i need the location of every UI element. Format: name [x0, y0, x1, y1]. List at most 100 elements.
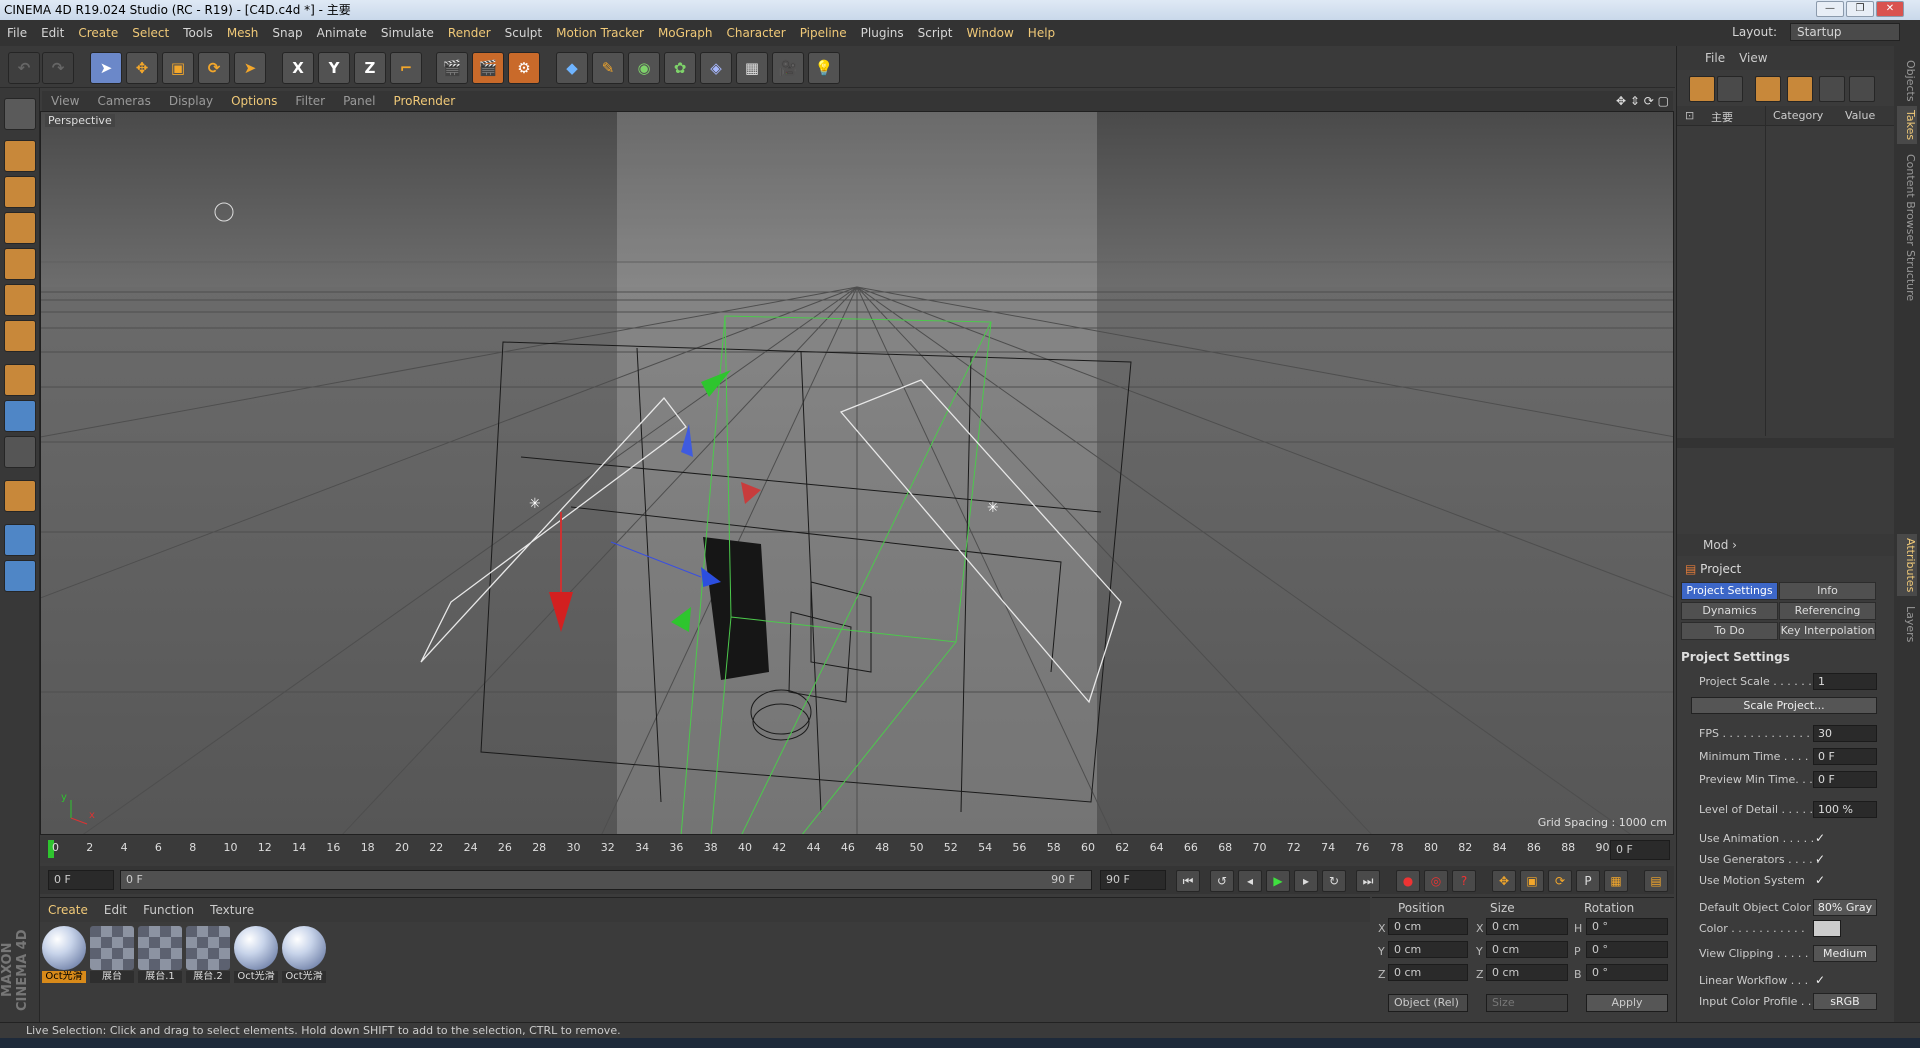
frame-range-slider[interactable]: 0 F 90 F: [120, 870, 1092, 890]
z-axis-lock-icon[interactable]: Z: [354, 52, 386, 84]
rotation-p-field[interactable]: 0 °: [1586, 941, 1668, 958]
subdivision-icon[interactable]: ◉: [628, 52, 660, 84]
tab-project-settings[interactable]: Project Settings: [1681, 582, 1778, 600]
default-object-color-select[interactable]: 80% Gray: [1813, 899, 1877, 916]
take-lock-icon[interactable]: [1819, 76, 1845, 102]
axis-mode-icon[interactable]: [4, 364, 36, 396]
previous-key-icon[interactable]: ↺: [1210, 870, 1234, 892]
viewport-menu-filter[interactable]: Filter: [286, 91, 334, 111]
apply-button[interactable]: Apply: [1586, 994, 1668, 1012]
size-y-field[interactable]: 0 cm: [1486, 941, 1568, 958]
viewport-menu-display[interactable]: Display: [160, 91, 222, 111]
linear-workflow-checkbox[interactable]: ✓: [1815, 974, 1828, 987]
side-tab-attributes[interactable]: Attributes: [1897, 534, 1917, 597]
polygons-mode-icon[interactable]: [4, 320, 36, 352]
key-position-icon[interactable]: ✥: [1492, 870, 1516, 892]
key-parameter-icon[interactable]: P: [1576, 870, 1600, 892]
material-swatch[interactable]: 展台: [90, 926, 134, 984]
tab-dynamics[interactable]: Dynamics: [1681, 602, 1778, 620]
takes-scrollbar[interactable]: [1677, 438, 1895, 448]
take-override-icon[interactable]: [1755, 76, 1781, 102]
tweak-mode-icon[interactable]: [4, 400, 36, 432]
autokey-icon[interactable]: ◎: [1424, 870, 1448, 892]
camera-icon[interactable]: 🎥: [772, 52, 804, 84]
material-swatch[interactable]: 展台.2: [186, 926, 230, 984]
tab-referencing[interactable]: Referencing: [1779, 602, 1876, 620]
timeline-window-icon[interactable]: ▤: [1644, 870, 1668, 892]
deformer-icon[interactable]: ◈: [700, 52, 732, 84]
key-scale-icon[interactable]: ▣: [1520, 870, 1544, 892]
undo-icon[interactable]: ↶: [8, 52, 40, 84]
view-clipping-select[interactable]: Medium: [1813, 945, 1877, 962]
viewport-perspective[interactable]: ✳ ✳ Perspective y x Grid Spacing : 1000 …: [40, 111, 1674, 835]
viewport-menu-panel[interactable]: Panel: [334, 91, 384, 111]
model-mode-icon[interactable]: [4, 140, 36, 172]
menu-window[interactable]: Window: [959, 20, 1020, 46]
go-to-end-icon[interactable]: ⏭: [1356, 870, 1380, 892]
use-animation-checkbox[interactable]: ✓: [1815, 832, 1828, 845]
tab-key-interpolation[interactable]: Key Interpolation: [1779, 622, 1876, 640]
render-settings-icon[interactable]: ⚙: [508, 52, 540, 84]
coordinate-mode-select[interactable]: Object (Rel): [1388, 994, 1468, 1012]
current-frame-field[interactable]: 0 F: [1610, 840, 1670, 860]
material-swatch[interactable]: Oct光滑: [42, 926, 86, 984]
play-icon[interactable]: ▶: [1266, 870, 1290, 892]
viewport-menu-options[interactable]: Options: [222, 91, 286, 111]
snap-icon[interactable]: [4, 480, 36, 512]
viewport-menu-view[interactable]: View: [42, 91, 88, 111]
use-motion-system-checkbox[interactable]: ✓: [1815, 874, 1828, 887]
objects-menu-file[interactable]: File: [1705, 46, 1725, 70]
material-menu-create[interactable]: Create: [40, 898, 96, 922]
take-main-label[interactable]: 主要: [1711, 109, 1733, 125]
next-key-icon[interactable]: ↻: [1322, 870, 1346, 892]
size-x-field[interactable]: 0 cm: [1486, 918, 1568, 935]
cube-icon[interactable]: ◆: [556, 52, 588, 84]
floor-icon[interactable]: ▦: [736, 52, 768, 84]
lock-workplane-icon[interactable]: [4, 524, 36, 556]
side-tab-layers[interactable]: Layers: [1897, 602, 1917, 646]
menu-edit[interactable]: Edit: [34, 20, 71, 46]
make-editable-icon[interactable]: [4, 98, 36, 130]
menu-script[interactable]: Script: [911, 20, 960, 46]
end-frame-field[interactable]: 90 F: [1100, 870, 1166, 890]
material-swatch[interactable]: Oct光滑: [234, 926, 278, 984]
maximize-button[interactable]: ❐: [1846, 1, 1874, 17]
texture-mode-icon[interactable]: [4, 176, 36, 208]
side-tab-structure[interactable]: Structure: [1897, 246, 1917, 305]
take-add-icon[interactable]: [1689, 76, 1715, 102]
scene-canvas[interactable]: ✳ ✳: [41, 112, 1674, 835]
tab-to-do[interactable]: To Do: [1681, 622, 1778, 640]
render-view-icon[interactable]: 🎬: [436, 52, 468, 84]
take-clone-icon[interactable]: [1717, 76, 1743, 102]
objects-menu-view[interactable]: View: [1739, 46, 1767, 70]
rotation-b-field[interactable]: 0 °: [1586, 964, 1668, 981]
material-swatch[interactable]: Oct光滑: [282, 926, 326, 984]
keyframe-selection-icon[interactable]: ?: [1452, 870, 1476, 892]
color-swatch[interactable]: [1813, 920, 1841, 937]
position-y-field[interactable]: 0 cm: [1388, 941, 1468, 958]
pen-spline-icon[interactable]: ✎: [592, 52, 624, 84]
menu-simulate[interactable]: Simulate: [374, 20, 441, 46]
menu-sculpt[interactable]: Sculpt: [498, 20, 549, 46]
previous-frame-icon[interactable]: ◂: [1238, 870, 1262, 892]
tab-info[interactable]: Info: [1779, 582, 1876, 600]
take-auto-icon[interactable]: [1787, 76, 1813, 102]
material-menu-function[interactable]: Function: [135, 898, 202, 922]
viewport-menu-prorender[interactable]: ProRender: [384, 91, 464, 111]
side-tab-objects[interactable]: Objects: [1897, 56, 1917, 106]
material-swatch[interactable]: 展台.1: [138, 926, 182, 984]
level-of-detail-field[interactable]: 100 %: [1813, 801, 1877, 818]
project-scale-field[interactable]: 1: [1813, 673, 1877, 690]
key-pla-icon[interactable]: ▦: [1604, 870, 1628, 892]
viewport-menu-cameras[interactable]: Cameras: [88, 91, 159, 111]
live-selection-icon[interactable]: ➤: [90, 52, 122, 84]
light-icon[interactable]: 💡: [808, 52, 840, 84]
input-color-profile-select[interactable]: sRGB: [1813, 993, 1877, 1010]
y-axis-lock-icon[interactable]: Y: [318, 52, 350, 84]
planar-workplane-icon[interactable]: [4, 560, 36, 592]
redo-icon[interactable]: ↷: [42, 52, 74, 84]
menu-mesh[interactable]: Mesh: [220, 20, 266, 46]
go-to-start-icon[interactable]: ⏮: [1176, 870, 1200, 892]
menu-tools[interactable]: Tools: [176, 20, 220, 46]
minimize-button[interactable]: —: [1816, 1, 1844, 17]
